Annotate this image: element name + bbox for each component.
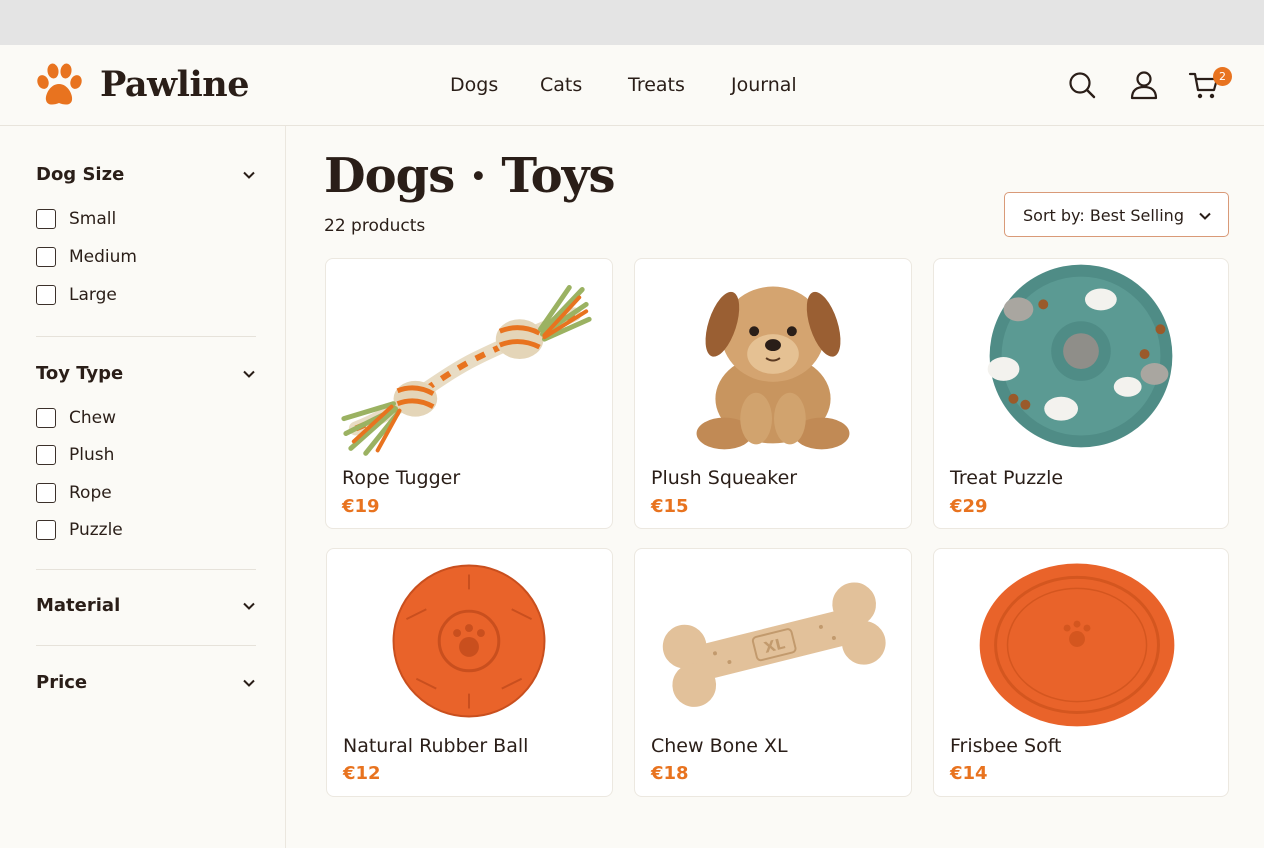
checkbox[interactable] (36, 285, 56, 305)
product-card[interactable]: Frisbee Soft €14 (933, 548, 1229, 797)
checkbox[interactable] (36, 209, 56, 229)
divider (36, 569, 256, 570)
product-card[interactable]: Plush Squeaker €15 (634, 258, 912, 529)
chevron-down-icon (243, 370, 255, 378)
product-card[interactable]: XL Chew Bone XL €18 (634, 548, 912, 797)
option-label: Puzzle (69, 520, 123, 540)
option-label: Chew (69, 408, 117, 428)
paw-logo-icon[interactable] (34, 62, 84, 108)
filter-sidebar: Dog Size Small Medium Large Toy Type Che… (0, 126, 286, 848)
product-name[interactable]: Natural Rubber Ball (343, 735, 528, 757)
checkbox[interactable] (36, 445, 56, 465)
filter-toy-type-header[interactable]: Toy Type (36, 361, 256, 389)
checkbox[interactable] (36, 408, 56, 428)
chevron-down-icon (243, 171, 255, 179)
page-title: Dogs · Toys (324, 148, 615, 204)
frisbee-image (979, 563, 1175, 727)
product-price: €29 (950, 496, 988, 517)
brand-name[interactable]: Pawline (100, 64, 250, 105)
nav-dogs[interactable]: Dogs (450, 74, 498, 96)
product-price: €19 (342, 496, 380, 517)
cart-count-badge[interactable]: 2 (1213, 67, 1232, 86)
filter-title: Material (36, 595, 121, 616)
treat-puzzle-image (987, 264, 1173, 448)
chevron-down-icon (1199, 212, 1211, 220)
product-card[interactable]: Treat Puzzle €29 (933, 258, 1229, 529)
sort-label: Sort by: Best Selling (1023, 206, 1184, 225)
checkbox[interactable] (36, 247, 56, 267)
chew-bone-image: XL (662, 582, 886, 707)
divider (36, 336, 256, 337)
filter-option-medium[interactable]: Medium (36, 246, 236, 270)
product-name[interactable]: Frisbee Soft (950, 735, 1062, 757)
product-price: €15 (651, 496, 689, 517)
filter-title: Price (36, 672, 88, 693)
product-name[interactable]: Chew Bone XL (651, 735, 788, 757)
divider (36, 645, 256, 646)
chevron-down-icon (243, 602, 255, 610)
option-label: Medium (69, 247, 137, 267)
product-name[interactable]: Treat Puzzle (950, 467, 1063, 489)
filter-option-small[interactable]: Small (36, 208, 236, 232)
filter-option-large[interactable]: Large (36, 284, 236, 308)
plush-puppy-image (696, 286, 850, 450)
option-label: Rope (69, 483, 112, 503)
site-header: Pawline Dogs Cats Treats Journal 2 (0, 45, 1264, 126)
browser-chrome (0, 0, 1264, 45)
checkbox[interactable] (36, 520, 56, 540)
product-count: 22 products (324, 216, 426, 236)
nav-journal[interactable]: Journal (731, 74, 797, 96)
filter-price-header[interactable]: Price (36, 670, 256, 698)
filter-option-rope[interactable]: Rope (36, 482, 236, 506)
filter-option-puzzle[interactable]: Puzzle (36, 519, 236, 543)
product-price: €12 (343, 763, 381, 784)
option-label: Small (69, 209, 117, 229)
chevron-down-icon (243, 679, 255, 687)
filter-option-chew[interactable]: Chew (36, 407, 236, 431)
filter-material-header[interactable]: Material (36, 593, 256, 621)
product-name[interactable]: Plush Squeaker (651, 467, 797, 489)
product-price: €14 (950, 763, 988, 784)
filter-dog-size-header[interactable]: Dog Size (36, 162, 256, 190)
option-label: Large (69, 285, 117, 305)
product-card[interactable]: Natural Rubber Ball €12 (326, 548, 613, 797)
nav-treats[interactable]: Treats (628, 74, 685, 96)
product-name[interactable]: Rope Tugger (342, 467, 460, 489)
search-icon[interactable] (1066, 69, 1098, 101)
filter-option-plush[interactable]: Plush (36, 444, 236, 468)
filter-title: Toy Type (36, 363, 124, 384)
rubber-ball-image (392, 564, 546, 718)
product-card[interactable]: Rope Tugger €19 (325, 258, 613, 529)
option-label: Plush (69, 445, 115, 465)
rope-toy-image (341, 285, 592, 456)
product-price: €18 (651, 763, 689, 784)
nav-cats[interactable]: Cats (540, 74, 582, 96)
sort-dropdown[interactable]: Sort by: Best Selling (1004, 192, 1229, 237)
filter-title: Dog Size (36, 164, 125, 185)
user-icon[interactable] (1128, 69, 1160, 101)
checkbox[interactable] (36, 483, 56, 503)
